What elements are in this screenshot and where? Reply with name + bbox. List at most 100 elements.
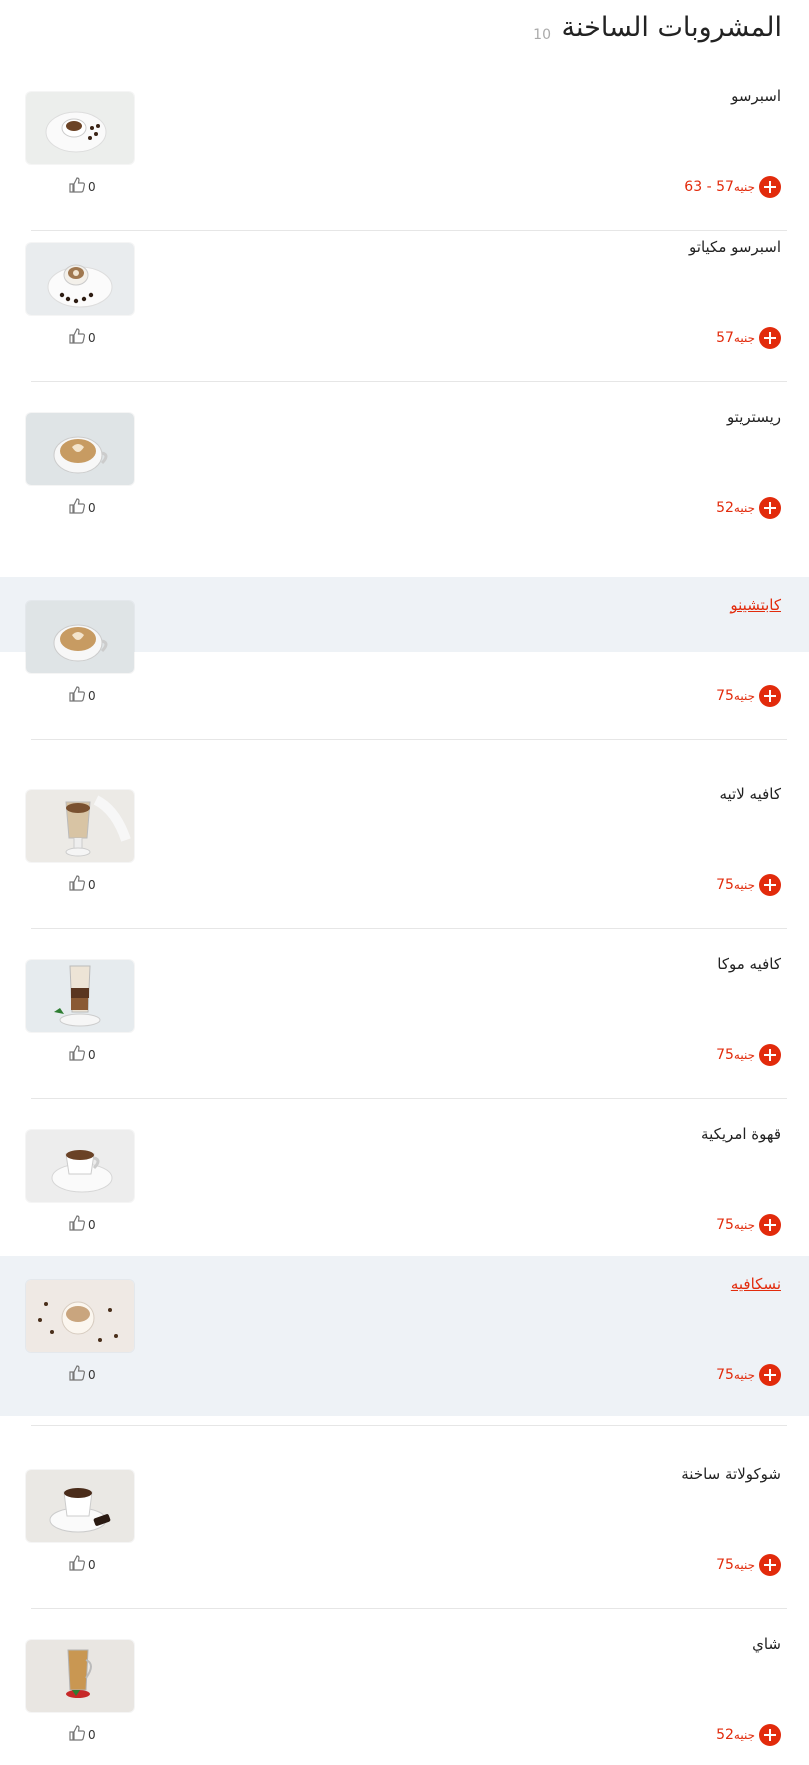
like-count: 0 [88,1728,96,1742]
thumbs-up-icon [68,328,86,348]
item-price: 75 [716,688,734,704]
currency-label: جنيه [733,1728,755,1742]
like-button[interactable]: 0 [68,1725,96,1745]
item-price-row: جنيه52 [716,1724,781,1746]
item-price-row: جنيه75 [716,685,781,707]
item-photo[interactable] [26,1470,134,1542]
add-to-cart-button[interactable] [759,497,781,519]
add-to-cart-button[interactable] [759,327,781,349]
thumbs-up-icon [68,1365,86,1385]
category-header: المشروبات الساخنة 10 [0,0,809,64]
like-count: 0 [88,180,96,194]
item-price-row: جنيه75 [716,874,781,896]
item-photo[interactable] [26,1280,134,1352]
item-price-row: جنيه57 [716,327,781,349]
item-photo[interactable] [26,1640,134,1712]
thumbs-up-icon [68,498,86,518]
category-item-count: 10 [533,27,551,43]
item-photo[interactable] [26,601,134,673]
add-to-cart-button[interactable] [759,1364,781,1386]
divider [31,1425,787,1426]
item-price-row: جنيه52 [716,497,781,519]
item-name[interactable]: ريستريتو [727,408,781,426]
menu-item[interactable]: ريستريتو 0 جنيه52 [0,389,809,560]
item-name[interactable]: نسكافيه [731,1275,781,1293]
menu-item[interactable]: كافيه لاتيه 0 جنيه75 [0,766,809,937]
item-photo[interactable] [26,243,134,315]
like-button[interactable]: 0 [68,498,96,518]
menu-item[interactable]: شاي 0 جنيه52 [0,1616,809,1765]
item-photo[interactable] [26,790,134,862]
item-price: 75 [716,1217,734,1233]
like-count: 0 [88,1218,96,1232]
menu-item[interactable]: شوكولاتة ساخنة 0 جنيه75 [0,1446,809,1617]
like-count: 0 [88,331,96,345]
item-price: 75 [716,1557,734,1573]
menu-item[interactable]: قهوة امريكية 0 جنيه75 [0,1106,809,1277]
like-button[interactable]: 0 [68,1555,96,1574]
currency-label: جنيه [733,180,755,194]
item-price: 57 - 63 [684,179,734,195]
item-name[interactable]: شاي [752,1635,781,1653]
item-price-row: جنيه75 [716,1554,781,1576]
item-photo[interactable] [26,413,134,485]
like-button[interactable]: 0 [68,875,96,894]
add-to-cart-button[interactable] [759,1214,781,1236]
item-name[interactable]: قهوة امريكية [701,1125,781,1143]
currency-label: جنيه [733,501,755,515]
menu-item[interactable]: اسبرسو مكياتو 0 جنيه57 [0,219,809,390]
item-price: 75 [716,877,734,893]
thumbs-up-icon [68,177,86,197]
item-name[interactable]: اسبرسو مكياتو [689,238,781,256]
item-name[interactable]: كافيه موكا [717,955,781,973]
add-to-cart-button[interactable] [759,685,781,707]
menu-item[interactable]: نسكافيه 0 جنيه75 [0,1256,809,1427]
add-to-cart-button[interactable] [759,1554,781,1576]
like-count: 0 [88,1368,96,1382]
divider [31,1608,787,1609]
like-count: 0 [88,1048,96,1062]
like-count: 0 [88,878,96,892]
menu-page: المشروبات الساخنة 10 اسبرسو 0 جنيه57 - 6… [0,0,809,1765]
add-to-cart-button[interactable] [759,1724,781,1746]
menu-item[interactable]: كابتشينو 0 جنيه75 [0,577,809,748]
divider [31,928,787,929]
like-count: 0 [88,501,96,515]
add-to-cart-button[interactable] [759,176,781,198]
item-name[interactable]: كافيه لاتيه [719,785,781,803]
like-count: 0 [88,689,96,703]
category-title: المشروبات الساخنة [561,12,782,43]
menu-item[interactable]: كافيه موكا 0 جنيه75 [0,936,809,1107]
item-name[interactable]: شوكولاتة ساخنة [681,1465,781,1483]
divider [31,739,787,740]
like-button[interactable]: 0 [68,1215,96,1235]
currency-label: جنيه [733,689,755,703]
item-price: 52 [716,500,734,516]
divider [31,381,787,382]
add-to-cart-button[interactable] [759,1044,781,1066]
like-button[interactable]: 0 [68,686,96,706]
like-button[interactable]: 0 [68,177,96,197]
currency-label: جنيه [733,1368,755,1382]
menu-item[interactable]: اسبرسو 0 جنيه57 - 63 [0,68,809,239]
currency-label: جنيه [733,878,755,892]
like-button[interactable]: 0 [68,1365,96,1385]
thumbs-up-icon [68,1725,86,1745]
currency-label: جنيه [733,1048,755,1062]
item-photo[interactable] [26,1130,134,1202]
currency-label: جنيه [733,331,755,345]
item-photo[interactable] [26,92,134,164]
item-price: 52 [716,1727,734,1743]
item-price-row: جنيه75 [716,1214,781,1236]
item-name[interactable]: كابتشينو [730,596,781,614]
currency-label: جنيه [733,1558,755,1572]
thumbs-up-icon [68,686,86,706]
item-price-row: جنيه57 - 63 [684,176,781,198]
item-photo[interactable] [26,960,134,1032]
like-button[interactable]: 0 [68,328,96,348]
add-to-cart-button[interactable] [759,874,781,896]
like-button[interactable]: 0 [68,1045,96,1064]
item-name[interactable]: اسبرسو [731,87,781,105]
item-price-row: جنيه75 [716,1044,781,1066]
thumbs-up-icon [68,1215,86,1235]
